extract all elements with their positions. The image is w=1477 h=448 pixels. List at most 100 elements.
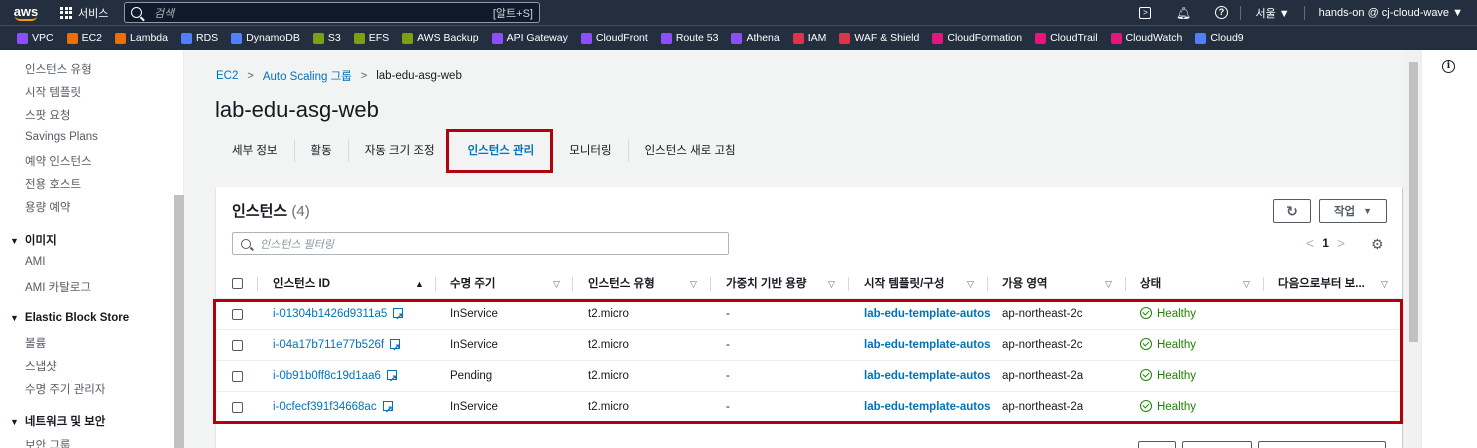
panel-button[interactable]	[1138, 441, 1176, 448]
tab-details[interactable]: 세부 정보	[216, 140, 295, 162]
main-scrollbar[interactable]	[1406, 50, 1421, 448]
refresh-button[interactable]: ↻	[1273, 199, 1311, 223]
service-icon	[660, 32, 672, 44]
favorite-item[interactable]: CloudWatch	[1110, 32, 1182, 44]
gear-icon[interactable]: ⚙	[1371, 236, 1384, 253]
tab-activity[interactable]: 활동	[295, 140, 349, 162]
column-label: 가용 영역	[1002, 278, 1048, 290]
tab-instance-refresh[interactable]: 인스턴스 새로 고침	[629, 140, 752, 162]
sort-icon[interactable]: ▽	[828, 269, 835, 299]
favorite-item[interactable]: CloudFront	[580, 32, 648, 44]
favorite-item[interactable]: VPC	[17, 32, 54, 44]
refresh-icon: ↻	[1286, 202, 1298, 219]
service-icon	[180, 32, 192, 44]
sidebar-item-spot-requests[interactable]: 스팟 요청	[25, 107, 71, 123]
sidebar-section-network[interactable]: ▼ 네트워크 및 보안	[10, 413, 105, 429]
favorite-item[interactable]: EFS	[353, 32, 389, 44]
favorite-item[interactable]: IAM	[792, 32, 826, 44]
help-button[interactable]: ?	[1202, 0, 1240, 25]
service-icon	[353, 32, 365, 44]
column-instance-type[interactable]: 인스턴스 유형	[588, 269, 655, 299]
favorite-item[interactable]: RDS	[180, 32, 218, 44]
sidebar-item-ami-catalog[interactable]: AMI 카탈로그	[25, 279, 91, 295]
panel-button[interactable]	[1182, 441, 1252, 448]
column-divider	[257, 277, 258, 291]
sidebar-section-ebs[interactable]: ▼ Elastic Block Store	[10, 312, 129, 324]
column-label: 인스턴스 유형	[588, 278, 655, 290]
global-search-input[interactable]: 검색 [알트+S]	[124, 2, 540, 23]
sort-icon[interactable]: ▽	[967, 269, 974, 299]
favorite-item[interactable]: Route 53	[660, 32, 718, 44]
instance-filter-input[interactable]: 인스턴스 필터링	[232, 232, 729, 255]
sidebar-item-capacity-reservations[interactable]: 용량 예약	[25, 199, 71, 215]
sidebar-section-images[interactable]: ▼ 이미지	[10, 232, 57, 248]
column-weighted-capacity[interactable]: 가중치 기반 용량	[726, 269, 806, 299]
column-availability-zone[interactable]: 가용 영역	[1002, 269, 1048, 299]
services-menu-button[interactable]: 서비스	[52, 0, 116, 25]
next-page-icon[interactable]: >	[1329, 235, 1353, 251]
tab-automatic-scaling[interactable]: 자동 크기 조정	[349, 140, 448, 162]
sidebar-item-security-groups[interactable]: 보안 그룹	[25, 437, 71, 448]
column-protected-from[interactable]: 다음으로부터 보...	[1278, 269, 1365, 299]
favorite-item[interactable]: API Gateway	[491, 32, 568, 44]
prev-page-icon[interactable]: <	[1298, 235, 1322, 251]
service-icon	[491, 32, 503, 44]
favorite-item[interactable]: S3	[312, 32, 341, 44]
column-lifecycle[interactable]: 수명 주기	[450, 269, 496, 299]
pagination: < 1 >	[1298, 235, 1353, 251]
favorite-item[interactable]: WAF & Shield	[839, 32, 919, 44]
info-icon[interactable]: i	[1442, 60, 1455, 73]
sidebar-item-instance-types[interactable]: 인스턴스 유형	[25, 61, 92, 77]
sidebar-item-lifecycle-manager[interactable]: 수명 주기 관리자	[25, 381, 105, 397]
breadcrumb-asg-link[interactable]: Auto Scaling 그룹	[263, 68, 352, 84]
favorite-item[interactable]: Lambda	[115, 32, 168, 44]
region-selector[interactable]: 서울 ▼	[1241, 5, 1303, 21]
actions-button[interactable]: 작업 ▼	[1319, 199, 1387, 223]
search-placeholder: 검색	[154, 7, 175, 20]
scrollbar-thumb[interactable]	[1409, 62, 1418, 342]
sidebar-item-ami[interactable]: AMI	[25, 256, 45, 268]
tab-monitoring[interactable]: 모니터링	[553, 140, 629, 162]
service-icon	[1195, 32, 1207, 44]
favorite-label: Lambda	[130, 32, 168, 44]
current-page[interactable]: 1	[1322, 236, 1329, 250]
sidebar-item-launch-templates[interactable]: 시작 템플릿	[25, 84, 81, 100]
favorite-label: S3	[327, 32, 341, 44]
aws-logo[interactable]: aws	[0, 0, 52, 25]
breadcrumb-ec2-link[interactable]: EC2	[216, 70, 238, 82]
sort-icon[interactable]: ▽	[1105, 269, 1112, 299]
sidebar-scrollbar[interactable]	[174, 195, 184, 448]
column-launch-template[interactable]: 시작 템플릿/구성	[864, 269, 944, 299]
select-all-checkbox[interactable]	[232, 278, 243, 289]
column-health-status[interactable]: 상태	[1140, 269, 1161, 299]
sort-icon[interactable]: ▽	[690, 269, 697, 299]
favorite-item[interactable]: EC2	[66, 32, 103, 44]
page-title: lab-edu-asg-web	[215, 97, 379, 122]
favorite-item[interactable]: Athena	[731, 32, 780, 44]
favorite-label: Cloud9	[1210, 32, 1244, 44]
favorite-item[interactable]: CloudFormation	[932, 32, 1022, 44]
service-icon	[231, 32, 243, 44]
column-divider	[1125, 277, 1126, 291]
cloudshell-button[interactable]: >	[1126, 0, 1164, 25]
sort-icon[interactable]: ▽	[1243, 269, 1250, 299]
sidebar-item-snapshots[interactable]: 스냅샷	[25, 358, 57, 374]
sidebar-item-dedicated-hosts[interactable]: 전용 호스트	[25, 176, 81, 192]
sort-ascending-icon[interactable]: ▲	[415, 269, 424, 299]
favorite-item[interactable]: CloudTrail	[1035, 32, 1098, 44]
sidebar-item-reserved-instances[interactable]: 예약 인스턴스	[25, 153, 92, 169]
panel-button[interactable]	[1258, 441, 1386, 448]
sort-icon[interactable]: ▽	[553, 269, 560, 299]
favorite-item[interactable]: Cloud9	[1195, 32, 1244, 44]
column-instance-id[interactable]: 인스턴스 ID	[273, 269, 330, 299]
sidebar-item-savings-plans[interactable]: Savings Plans	[25, 131, 98, 143]
favorite-label: EC2	[81, 32, 103, 44]
search-icon	[131, 7, 142, 18]
favorite-item[interactable]: DynamoDB	[231, 32, 300, 44]
notifications-button[interactable]: 🔔︎	[1164, 0, 1202, 25]
favorite-item[interactable]: AWS Backup	[402, 32, 479, 44]
sidebar-item-volumes[interactable]: 볼륨	[25, 335, 46, 351]
column-divider	[848, 277, 849, 291]
sort-icon[interactable]: ▽	[1381, 269, 1388, 299]
account-menu[interactable]: hands-on @ cj-cloud-wave ▼	[1305, 7, 1477, 19]
